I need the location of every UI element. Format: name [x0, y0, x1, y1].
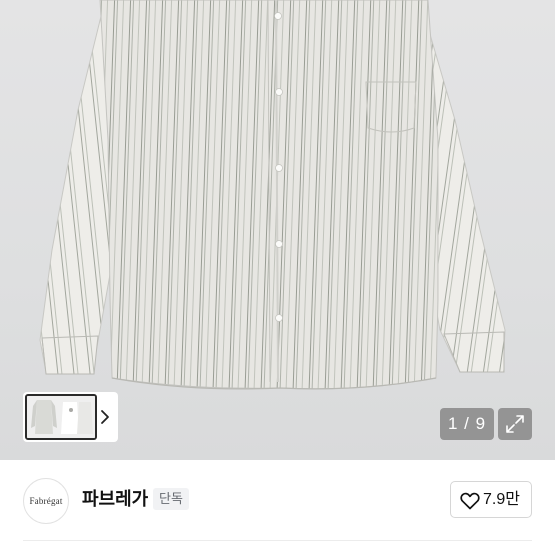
- thumbnail-image[interactable]: [25, 394, 97, 440]
- shop-logo[interactable]: Fabrégat: [23, 478, 69, 524]
- like-count: 7.9만: [483, 491, 520, 508]
- divider: [23, 540, 532, 541]
- product-image[interactable]: 1 / 9: [0, 0, 555, 460]
- exclusive-badge: 단독: [153, 488, 189, 510]
- expand-button[interactable]: [498, 408, 532, 440]
- expand-arrows-icon: [506, 415, 524, 433]
- image-counter: 1 / 9: [440, 408, 494, 440]
- heart-outline-icon: [460, 492, 480, 510]
- shop-row: Fabrégat 파브레가 단독 7.9만: [0, 460, 555, 555]
- like-button[interactable]: 7.9만: [450, 481, 532, 518]
- chevron-right-icon[interactable]: [98, 407, 112, 427]
- shirt-photo: [39, 0, 506, 390]
- thumbnail-strip[interactable]: [23, 392, 118, 442]
- shop-logo-text: Fabrégat: [29, 496, 63, 506]
- shop-name[interactable]: 파브레가: [82, 486, 148, 512]
